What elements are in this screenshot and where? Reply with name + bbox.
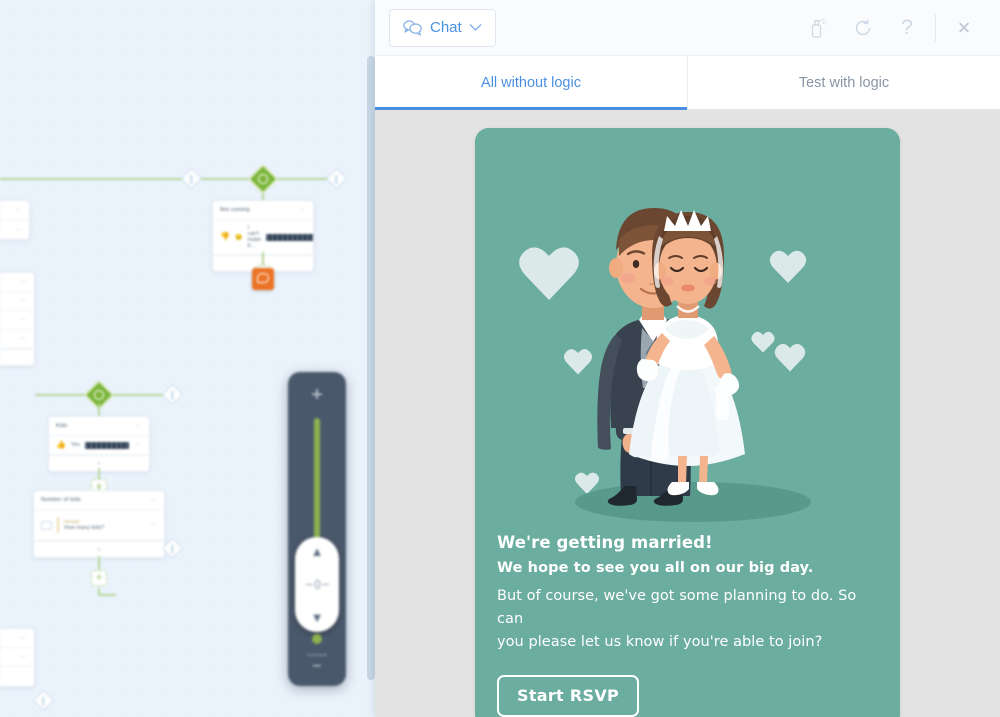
spray-clean-icon[interactable] — [797, 6, 841, 50]
flow-card-header: ⋯ — [0, 201, 29, 220]
flow-card-menu-icon[interactable]: ⋯ — [299, 206, 307, 214]
option-menu-icon[interactable]: ⋯ — [135, 441, 143, 449]
help-glyph: ? — [901, 16, 913, 39]
option-menu-icon[interactable]: ⋯ — [20, 316, 28, 324]
option-tag — [265, 233, 313, 241]
header-divider — [935, 13, 936, 42]
flow-card-title: Kids — [56, 423, 68, 429]
chevron-down-icon[interactable]: ▼ — [311, 611, 324, 624]
flow-card-menu-icon[interactable]: ⋯ — [150, 496, 158, 504]
thumbs-down-icon: 👎 — [220, 232, 230, 241]
field-type-label: Number — [64, 519, 81, 524]
question-text: How many kids? — [64, 525, 105, 531]
flow-builder-canvas[interactable]: Not coming ⋯ 👎 😔 I can't make it... ⋯ + … — [0, 0, 375, 717]
flow-card-partial-mid[interactable]: ⋯ ⋯ ⋯ kids ⋯ — [0, 272, 35, 366]
preview-mode-label: Chat — [430, 19, 462, 36]
flow-card-option[interactable]: will — [0, 667, 34, 686]
flow-card-kids[interactable]: Kids ⋯ 👍 Yes ⋯ + — [48, 416, 150, 472]
option-menu-icon[interactable]: ⋯ — [20, 335, 28, 343]
field-accent-bar — [57, 517, 59, 533]
option-label: I can't make it... — [247, 225, 261, 249]
close-glyph: × — [957, 14, 971, 40]
option-emoji: 😔 — [234, 234, 243, 241]
zoom-out-button[interactable]: − — [288, 658, 346, 676]
form-preview-card: We're getting married! We hope to see yo… — [475, 128, 900, 717]
app-screen: Not coming ⋯ 👎 😔 I can't make it... ⋯ + … — [0, 0, 1000, 717]
preview-panel: Chat ? × All without logic Test with log… — [375, 0, 1000, 717]
card-body-line-1: But of course, we've got some planning t… — [497, 588, 857, 627]
message-node[interactable] — [252, 268, 274, 290]
chat-bubbles-icon — [403, 20, 422, 36]
zoom-in-button[interactable]: + — [288, 384, 346, 407]
flow-card-option[interactable]: ⋯ — [0, 648, 34, 667]
refresh-restart-icon[interactable] — [841, 6, 885, 50]
add-step-button[interactable]: + — [91, 570, 107, 586]
panel-header-actions: ? × — [797, 6, 986, 50]
option-menu-icon[interactable]: ⋯ — [20, 297, 28, 305]
chevron-down-icon — [469, 24, 482, 31]
flow-card-header: Kids ⋯ — [49, 417, 149, 436]
flow-connector — [98, 594, 116, 596]
flow-card-option[interactable]: ⋯ — [0, 292, 34, 311]
flow-card-add-button[interactable]: + — [34, 541, 164, 557]
canvas-vertical-scrollbar[interactable] — [367, 56, 375, 680]
flow-connector — [0, 178, 255, 180]
flow-card-partial-top[interactable]: ⋯ ⋯ — [0, 200, 30, 240]
panel-grip-icon[interactable] — [308, 654, 326, 656]
thumbs-up-icon: 👍 — [56, 440, 66, 449]
card-copy: We're getting married! We hope to see yo… — [475, 533, 900, 654]
preview-mode-dropdown[interactable]: Chat — [389, 8, 496, 47]
tab-test-with-logic[interactable]: Test with logic — [688, 56, 1000, 109]
number-field-icon — [41, 520, 52, 530]
flow-connector — [35, 394, 90, 396]
option-menu-icon[interactable]: ⋯ — [20, 653, 28, 661]
flow-card-option[interactable]: kids ⋯ — [0, 330, 34, 349]
flow-card-title: Number of kids — [41, 497, 81, 503]
flow-card-question[interactable]: Number How many kids? ⋯ — [34, 510, 164, 541]
flow-card-menu-icon[interactable]: ⋯ — [20, 278, 28, 286]
chevron-up-icon[interactable]: ▲ — [311, 545, 324, 558]
option-menu-icon[interactable]: ⋯ — [150, 521, 158, 529]
flow-card-option[interactable]: ⋯ — [0, 220, 29, 239]
zoom-slider-handle[interactable]: ▲ ▼ — [295, 537, 339, 632]
flow-card-header: ⋯ — [0, 629, 34, 648]
flow-card-option[interactable]: ⋯ — [0, 311, 34, 330]
flow-card-header: ⋯ — [0, 273, 34, 292]
option-menu-icon[interactable]: ⋯ — [15, 226, 23, 234]
flow-card-header: Not coming ⋯ — [213, 201, 313, 220]
flow-connector — [262, 252, 264, 266]
flow-card-header: Number of kids ⋯ — [34, 491, 164, 510]
wedding-couple-illustration — [475, 128, 900, 533]
preview-panel-header: Chat ? × — [375, 0, 1000, 56]
drag-handle-icon[interactable] — [305, 580, 329, 589]
zoom-position-indicator — [312, 634, 322, 644]
tab-all-without-logic[interactable]: All without logic — [375, 56, 688, 110]
card-headline: We're getting married! — [497, 533, 713, 552]
card-body-line-2: you please let us know if you're able to… — [497, 634, 823, 650]
preview-tabs: All without logic Test with logic — [375, 56, 1000, 110]
close-icon[interactable]: × — [942, 6, 986, 50]
flow-card-number-of-kids[interactable]: Number of kids ⋯ Number How many kids? ⋯… — [33, 490, 165, 558]
canvas-zoom-control[interactable]: + ▲ ▼ − — [288, 372, 346, 686]
flow-card-title: Not coming — [220, 207, 250, 213]
option-label: Yes — [70, 442, 80, 448]
preview-body: We're getting married! We hope to see yo… — [375, 110, 1000, 717]
flow-card-menu-icon[interactable]: ⋯ — [15, 206, 23, 214]
flow-card-add-button[interactable] — [0, 349, 34, 365]
flow-card-menu-icon[interactable]: ⋯ — [135, 422, 143, 430]
option-tag — [84, 441, 129, 449]
flow-card-partial-bottom[interactable]: ⋯ ⋯ will — [0, 628, 35, 687]
flow-card-menu-icon[interactable]: ⋯ — [20, 634, 28, 642]
start-rsvp-button[interactable]: Start RSVP — [497, 675, 640, 717]
card-subline: We hope to see you all on our big day. — [497, 560, 814, 576]
flow-card-option[interactable]: 👎 😔 I can't make it... ⋯ — [213, 220, 313, 255]
flow-connector — [98, 556, 100, 570]
flow-card-option[interactable]: 👍 Yes ⋯ — [49, 436, 149, 455]
help-question-icon[interactable]: ? — [885, 6, 929, 50]
